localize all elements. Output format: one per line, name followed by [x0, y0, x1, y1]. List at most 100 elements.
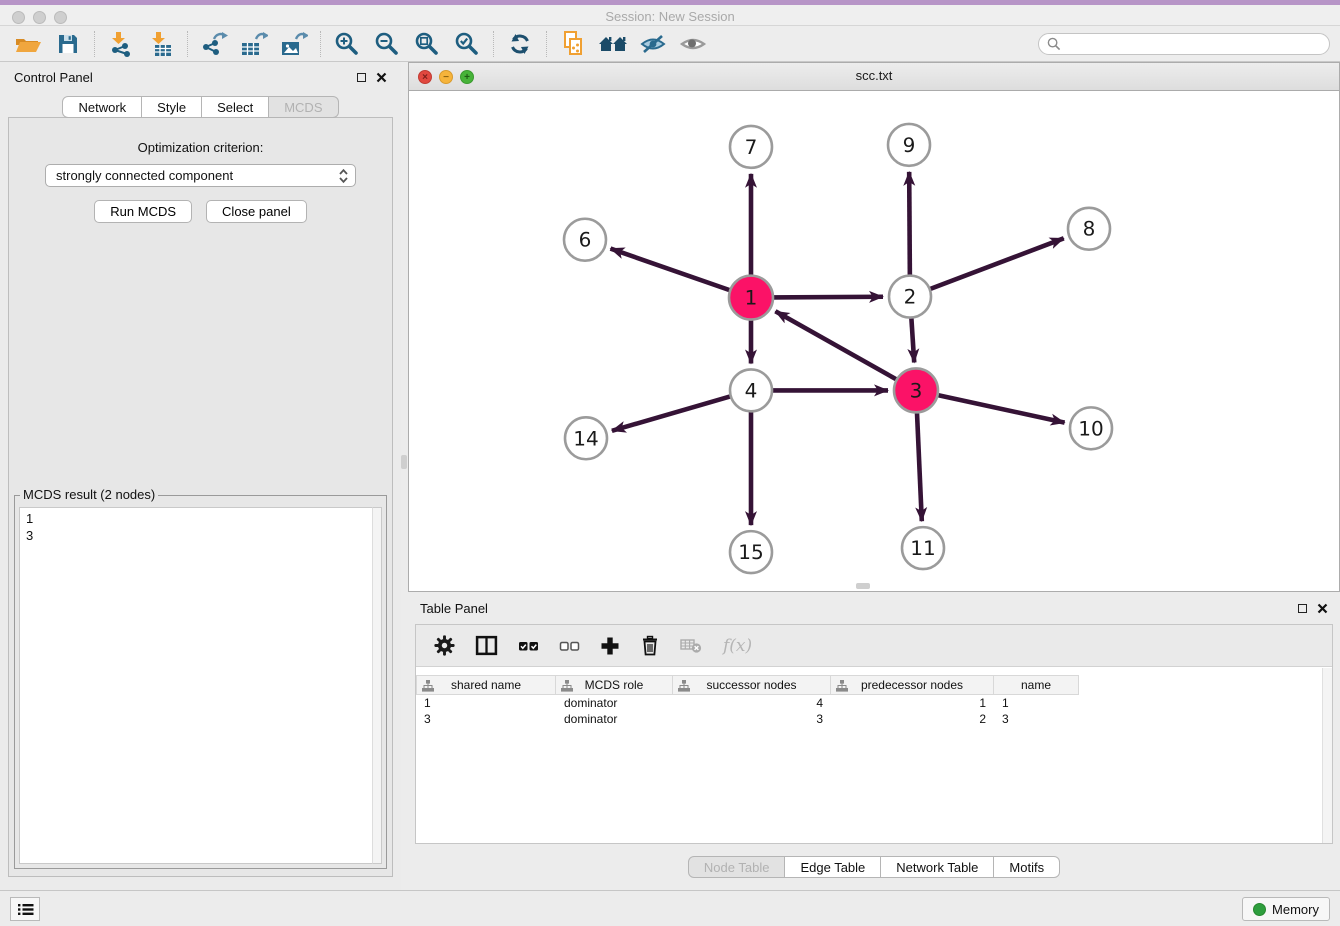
cell-successor-nodes[interactable]: 4 — [673, 696, 831, 710]
refresh-icon[interactable] — [500, 29, 540, 59]
mcds-result-text[interactable]: 1 3 — [19, 507, 382, 864]
first-neighbors-icon[interactable] — [593, 29, 633, 59]
table-scrollbar[interactable] — [1322, 668, 1332, 843]
column-label: predecessor nodes — [861, 678, 963, 692]
open-session-icon[interactable] — [8, 29, 48, 59]
edge-3-1[interactable] — [775, 311, 898, 380]
graph-node-7[interactable]: 7 — [730, 126, 772, 168]
edge-2-9[interactable] — [909, 172, 910, 278]
import-table-icon[interactable] — [141, 29, 181, 59]
optimization-label: Optimization criterion: — [9, 140, 392, 155]
delete-column-icon[interactable] — [640, 635, 660, 656]
tab-network[interactable]: Network — [62, 96, 142, 118]
save-session-icon[interactable] — [48, 29, 88, 59]
gear-icon[interactable] — [434, 635, 455, 656]
hide-selected-icon[interactable] — [633, 29, 673, 59]
table-body: 1dominator4113dominator323 — [416, 695, 1332, 727]
zoom-selected-icon[interactable] — [447, 29, 487, 59]
graph-node-3[interactable]: 3 — [894, 368, 938, 412]
column-header-mcds-role[interactable]: MCDS role — [556, 675, 673, 695]
search-input[interactable] — [1066, 37, 1321, 51]
cell-shared-name[interactable]: 3 — [416, 712, 556, 726]
mcds-result-scrollbar[interactable] — [372, 507, 382, 864]
select-all-columns-icon[interactable] — [518, 639, 539, 653]
table-row[interactable]: 1dominator411 — [416, 695, 1332, 711]
network-canvas[interactable]: 7 9 6 8 1 2 4 3 14 10 15 11 — [409, 91, 1339, 591]
close-panel-icon[interactable] — [376, 72, 387, 83]
graph-node-11[interactable]: 11 — [902, 527, 944, 569]
cell-name[interactable]: 3 — [994, 712, 1079, 726]
cell-predecessor-nodes[interactable]: 2 — [831, 712, 994, 726]
mcds-result-group: MCDS result (2 nodes) 1 3 — [14, 495, 387, 869]
task-history-button[interactable] — [10, 897, 40, 921]
criterion-select[interactable]: strongly connected component — [45, 164, 356, 187]
column-header-predecessor-nodes[interactable]: predecessor nodes — [831, 675, 994, 695]
zoom-out-icon[interactable] — [367, 29, 407, 59]
tab-mcds[interactable]: MCDS — [269, 96, 338, 118]
import-network-icon[interactable] — [101, 29, 141, 59]
mcds-result-title: MCDS result (2 nodes) — [20, 487, 158, 502]
search-field[interactable] — [1038, 33, 1330, 55]
add-column-icon[interactable] — [600, 636, 620, 656]
network-window-titlebar[interactable]: × − + scc.txt — [409, 63, 1339, 91]
tab-edge-table[interactable]: Edge Table — [785, 856, 881, 878]
table-tabs: Node TableEdge TableNetwork TableMotifs — [408, 856, 1340, 878]
unselect-all-columns-icon[interactable] — [559, 639, 580, 653]
table-row[interactable]: 3dominator323 — [416, 711, 1332, 727]
graph-node-14[interactable]: 14 — [565, 417, 607, 459]
tab-motifs[interactable]: Motifs — [994, 856, 1060, 878]
export-table-icon[interactable] — [234, 29, 274, 59]
column-layout-icon[interactable] — [475, 635, 498, 656]
edge-3-10[interactable] — [936, 395, 1065, 423]
zoom-fit-icon[interactable] — [407, 29, 447, 59]
export-image-icon[interactable] — [274, 29, 314, 59]
close-table-panel-icon[interactable] — [1317, 603, 1328, 614]
column-header-shared-name[interactable]: shared name — [416, 675, 556, 695]
zoom-in-icon[interactable] — [327, 29, 367, 59]
cell-successor-nodes[interactable]: 3 — [673, 712, 831, 726]
function-builder-icon[interactable]: f(x) — [723, 636, 752, 656]
tab-network-table[interactable]: Network Table — [881, 856, 994, 878]
cell-mcds-role[interactable]: dominator — [556, 696, 673, 710]
vertical-split-handle[interactable] — [401, 455, 407, 469]
cell-mcds-role[interactable]: dominator — [556, 712, 673, 726]
edge-1-6[interactable] — [610, 249, 732, 291]
edge-1-2[interactable] — [771, 297, 883, 298]
edge-2-8[interactable] — [928, 238, 1064, 290]
graph-node-6[interactable]: 6 — [564, 219, 606, 261]
control-panel-tabs: NetworkStyleSelectMCDS — [0, 96, 401, 118]
tab-style[interactable]: Style — [142, 96, 202, 118]
tab-node-table[interactable]: Node Table — [688, 856, 786, 878]
float-panel-icon[interactable] — [357, 73, 366, 82]
graph-node-10[interactable]: 10 — [1070, 407, 1112, 449]
float-table-panel-icon[interactable] — [1298, 604, 1307, 613]
column-header-successor-nodes[interactable]: successor nodes — [673, 675, 831, 695]
graph-node-4[interactable]: 4 — [730, 369, 772, 411]
run-mcds-button[interactable]: Run MCDS — [94, 200, 192, 223]
cell-shared-name[interactable]: 1 — [416, 696, 556, 710]
svg-text:14: 14 — [573, 426, 598, 450]
memory-label: Memory — [1272, 902, 1319, 917]
column-header-name[interactable]: name — [994, 675, 1079, 695]
edge-2-3[interactable] — [911, 316, 914, 363]
graph-node-9[interactable]: 9 — [888, 124, 930, 166]
cell-name[interactable]: 1 — [994, 696, 1079, 710]
graph-node-8[interactable]: 8 — [1068, 208, 1110, 250]
close-panel-button[interactable]: Close panel — [206, 200, 307, 223]
graph-node-2[interactable]: 2 — [889, 276, 931, 318]
edge-4-14[interactable] — [612, 396, 733, 431]
cell-predecessor-nodes[interactable]: 1 — [831, 696, 994, 710]
control-panel-title: Control Panel — [14, 70, 93, 85]
tab-select[interactable]: Select — [202, 96, 269, 118]
show-all-icon[interactable] — [673, 29, 713, 59]
graph-node-15[interactable]: 15 — [730, 531, 772, 573]
memory-button[interactable]: Memory — [1242, 897, 1330, 921]
copy-view-icon[interactable] — [553, 29, 593, 59]
edge-3-11[interactable] — [917, 410, 922, 521]
svg-text:4: 4 — [745, 378, 758, 402]
delete-table-icon[interactable] — [680, 637, 703, 654]
graph-node-1[interactable]: 1 — [729, 276, 773, 320]
export-network-icon[interactable] — [194, 29, 234, 59]
horizontal-split-handle[interactable] — [856, 583, 870, 589]
svg-text:15: 15 — [738, 540, 763, 564]
